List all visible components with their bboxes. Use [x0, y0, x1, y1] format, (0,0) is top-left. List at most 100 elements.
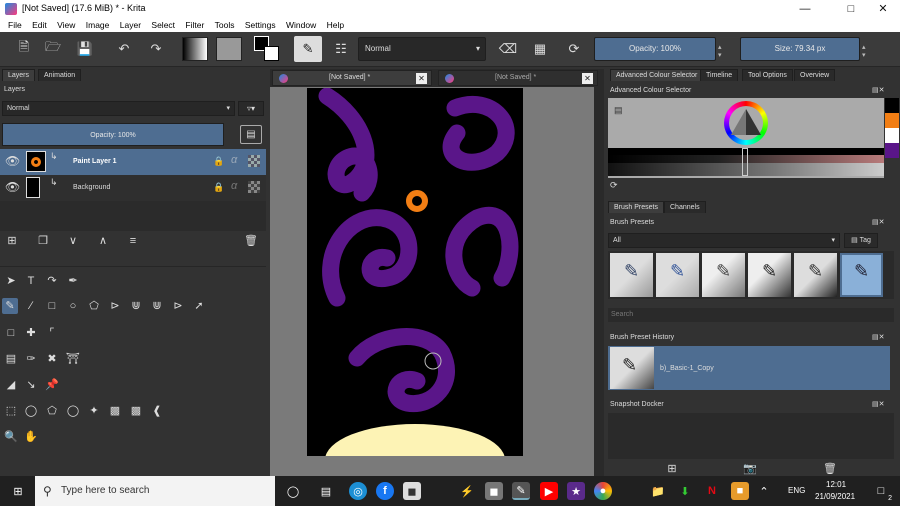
- fg-bg-color-icon[interactable]: [254, 36, 282, 62]
- tab-timeline[interactable]: Timeline: [700, 69, 739, 81]
- alpha-icon[interactable]: α: [231, 154, 237, 166]
- polygon-tool-icon[interactable]: ⬠: [86, 298, 102, 314]
- freehand-path-icon[interactable]: ⋓: [149, 298, 165, 314]
- undo-icon[interactable]: ↶: [114, 39, 134, 59]
- menu-edit[interactable]: Edit: [32, 18, 47, 32]
- colour-history[interactable]: [885, 98, 899, 160]
- document-tab-2[interactable]: [Not Saved] * ✕: [438, 70, 598, 86]
- painting-canvas[interactable]: [307, 88, 523, 456]
- menu-layer[interactable]: Layer: [120, 18, 141, 32]
- eraser-icon[interactable]: ⌫: [498, 39, 518, 59]
- opacity-slider[interactable]: Opacity: 100%: [594, 37, 716, 61]
- camera-icon[interactable]: 📷: [742, 461, 758, 477]
- new-document-icon[interactable]: 🗎: [14, 39, 34, 59]
- tag-button[interactable]: ▤ Tag: [844, 233, 878, 248]
- smart-patch-icon[interactable]: ✖: [44, 351, 60, 367]
- edge-icon[interactable]: ◎: [349, 482, 367, 500]
- layer-row-paint-layer-1[interactable]: 👁 ↳ Paint Layer 1 🔒 α: [0, 149, 266, 175]
- edit-shapes-icon[interactable]: ↷: [44, 273, 60, 289]
- task-view-icon[interactable]: ▤: [317, 482, 335, 500]
- tab-advanced-colour-selector[interactable]: Advanced Colour Selector: [610, 69, 704, 81]
- bezier-select-icon[interactable]: ▩: [128, 403, 144, 419]
- layer-filter-button[interactable]: ▿▾: [238, 101, 264, 116]
- app-icon-bolt[interactable]: ⚡: [458, 482, 476, 500]
- preset-tile-selected[interactable]: ✎: [840, 253, 883, 297]
- document-tab-1[interactable]: [Not Saved] * ✕: [272, 70, 432, 86]
- roblox-icon[interactable]: ◼: [403, 482, 421, 500]
- notification-icon[interactable]: □ 2: [872, 482, 892, 502]
- eye-icon[interactable]: 👁: [5, 154, 20, 168]
- taskbar-search-input[interactable]: ⚲ Type here to search: [35, 476, 275, 506]
- multibrush-icon[interactable]: ➚: [191, 298, 207, 314]
- close-button[interactable]: ✕: [860, 0, 900, 18]
- eye-icon[interactable]: 👁: [5, 180, 20, 194]
- text-tool-icon[interactable]: T: [23, 273, 39, 289]
- tab-overview[interactable]: Overview: [794, 69, 836, 81]
- add-snapshot-icon[interactable]: ⊞: [664, 461, 680, 477]
- gradient-swatch[interactable]: [182, 37, 208, 61]
- brush-preset-icon[interactable]: ✎: [294, 36, 322, 62]
- rectangle-tool-icon[interactable]: □: [44, 298, 60, 314]
- bezier-tool-icon[interactable]: ⋓: [128, 298, 144, 314]
- magnetic-select-icon[interactable]: ❰: [149, 403, 165, 419]
- menu-image[interactable]: Image: [86, 18, 110, 32]
- float-icon[interactable]: ▤✕: [872, 333, 884, 341]
- colour-refresh-icon[interactable]: ⟳: [610, 180, 618, 191]
- polygon-select-icon[interactable]: ⬠: [44, 403, 60, 419]
- save-icon[interactable]: 💾: [75, 39, 95, 59]
- preset-tile[interactable]: ✎: [702, 253, 745, 297]
- swatch-orange[interactable]: [885, 113, 899, 128]
- freehand-brush-icon[interactable]: ✎: [2, 298, 18, 314]
- game-app-icon[interactable]: ★: [567, 482, 585, 500]
- close-tab-icon[interactable]: ✕: [582, 73, 593, 84]
- layer-opacity-slider[interactable]: Opacity: 100%: [2, 123, 224, 146]
- menu-file[interactable]: File: [8, 18, 22, 32]
- assistant-tool-icon[interactable]: ◢: [3, 377, 19, 393]
- menu-filter[interactable]: Filter: [185, 18, 204, 32]
- open-folder-icon[interactable]: 🗁: [43, 39, 63, 59]
- swatch-black[interactable]: [885, 98, 899, 113]
- reload-preset-icon[interactable]: ⟳: [564, 39, 584, 59]
- preset-tile[interactable]: ✎: [748, 253, 791, 297]
- blend-mode-select[interactable]: Normal ▾: [358, 37, 486, 61]
- size-slider[interactable]: Size: 79.34 px: [740, 37, 860, 61]
- tab-animation[interactable]: Animation: [38, 69, 82, 81]
- pattern-swatch[interactable]: [216, 37, 242, 61]
- move-layer-down-icon[interactable]: ∨: [65, 233, 81, 249]
- chevron-up-icon[interactable]: ⌃: [755, 482, 773, 500]
- layer-blend-mode-select[interactable]: Normal ▾: [2, 101, 235, 116]
- netflix-icon[interactable]: N: [703, 482, 721, 500]
- menu-tools[interactable]: Tools: [215, 18, 235, 32]
- redo-icon[interactable]: ↷: [146, 39, 166, 59]
- preset-filter-select[interactable]: All ▾: [608, 233, 840, 248]
- brush-settings-icon[interactable]: ☷: [331, 39, 351, 59]
- krita-taskbar-icon[interactable]: ✎: [512, 482, 530, 500]
- checker-icon[interactable]: [248, 155, 260, 167]
- line-tool-icon[interactable]: ∕: [23, 298, 39, 314]
- preset-tile[interactable]: ✎: [656, 253, 699, 297]
- close-tab-icon[interactable]: ✕: [416, 73, 427, 84]
- file-explorer-icon[interactable]: 📁: [649, 482, 667, 500]
- delete-layer-icon[interactable]: 🗑: [243, 233, 259, 249]
- swatch-purple[interactable]: [885, 143, 899, 158]
- layer-row-background[interactable]: 👁 ↳ Background 🔒 α: [0, 175, 266, 201]
- preset-tile[interactable]: ✎: [794, 253, 837, 297]
- alpha-lock-icon[interactable]: ▦: [530, 39, 550, 59]
- freehand-select-icon[interactable]: ◯: [65, 403, 81, 419]
- minimize-button[interactable]: —: [782, 0, 828, 18]
- layer-properties-sliders-icon[interactable]: ≡: [125, 233, 141, 249]
- move-layer-up-icon[interactable]: ∧: [95, 233, 111, 249]
- magic-wand-icon[interactable]: ✦: [86, 403, 102, 419]
- canvas-viewport[interactable]: [270, 87, 604, 476]
- calligraphy-icon[interactable]: ✒: [65, 273, 81, 289]
- rect-select-icon[interactable]: ⬚: [3, 403, 19, 419]
- colour-settings-icon[interactable]: ▤: [614, 105, 623, 116]
- gradient-tool-icon[interactable]: ▤: [3, 351, 19, 367]
- youtube-icon[interactable]: ▶: [540, 482, 558, 500]
- color-picker-icon[interactable]: ✑: [23, 351, 39, 367]
- zoom-tool-icon[interactable]: 🔍: [3, 429, 19, 445]
- size-spin-arrows[interactable]: ▴ ▾: [862, 43, 866, 59]
- alpha-icon[interactable]: α: [231, 180, 237, 192]
- preset-search-input[interactable]: Search: [608, 308, 894, 322]
- measure-tool-icon[interactable]: ↘: [23, 377, 39, 393]
